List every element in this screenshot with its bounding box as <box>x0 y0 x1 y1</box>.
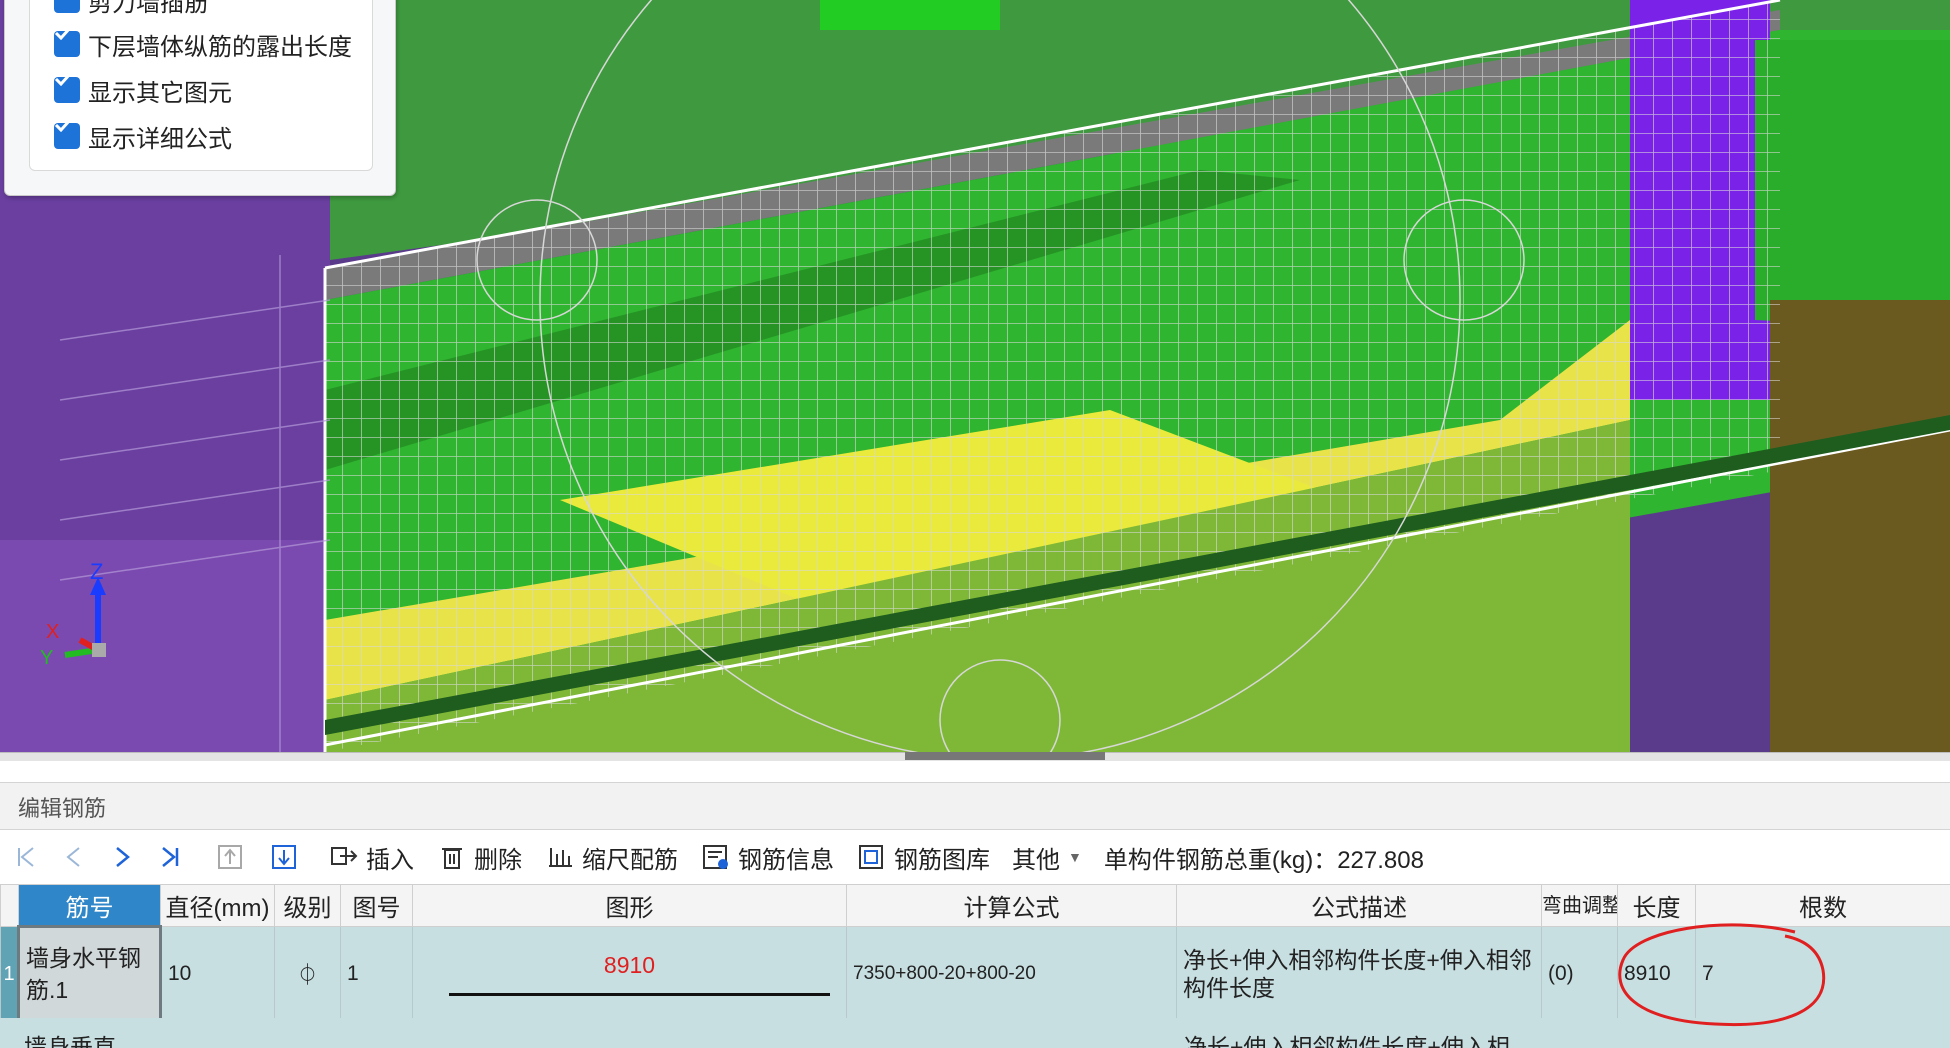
editor-header: 编辑钢筋 <box>0 782 1950 830</box>
arrow-up-icon <box>214 841 246 873</box>
axis-x-label: X <box>46 621 59 644</box>
option-wall-dowel[interactable]: 剪力墙插筋 <box>54 0 208 18</box>
checkbox-icon[interactable] <box>54 77 80 103</box>
header-formula[interactable]: 计算公式 <box>847 885 1177 927</box>
option-label: 显示其它图元 <box>88 73 232 108</box>
other-label: 其他 <box>1012 840 1060 875</box>
rebar-toolbar: 插入 删除 缩尺配筋 钢筋信息 钢筋图库 其他 ▼ 单构件钢筋总重(kg)：22… <box>0 830 1950 884</box>
axis-z-label: Z <box>90 559 103 585</box>
display-settings-box: 剪力墙插筋 下层墙体纵筋的露出长度 显示其它图元 显示详细公式 <box>29 0 373 171</box>
axis-indicator: Z X Y <box>40 565 120 675</box>
diameter-cell[interactable]: 10 <box>161 927 275 1022</box>
header-description[interactable]: 公式描述 <box>1177 885 1542 927</box>
checkbox-icon[interactable] <box>54 123 80 149</box>
shape-value: 8910 <box>419 952 840 979</box>
annotation-circle <box>1605 920 1835 1030</box>
checkbox-icon[interactable] <box>54 0 80 13</box>
shape-cell[interactable]: 8910 <box>413 927 847 1022</box>
delete-label: 删除 <box>474 840 522 875</box>
info-list-icon <box>700 841 732 873</box>
header-shape[interactable]: 图形 <box>413 885 847 927</box>
option-label: 下层墙体纵筋的露出长度 <box>88 27 352 62</box>
checkbox-icon[interactable] <box>54 31 80 57</box>
grade-symbol: ⏀ <box>297 964 318 987</box>
editor-title: 编辑钢筋 <box>18 791 106 823</box>
option-label: 剪力墙插筋 <box>88 0 208 18</box>
header-diameter[interactable]: 直径(mm) <box>161 885 275 927</box>
rebar-info-label: 钢筋信息 <box>738 840 834 875</box>
row-number[interactable]: 1 <box>1 927 19 1022</box>
grade-cell[interactable]: ⏀ <box>275 927 341 1022</box>
axis-y-label: Y <box>40 647 53 670</box>
move-down-button[interactable] <box>268 837 306 877</box>
3d-viewport[interactable]: Z X Y 剪力墙插筋 下层墙体纵筋的露出长度 显示其它图元 <box>0 0 1950 752</box>
formula-cell[interactable]: 7350+800-20+800-20 <box>847 927 1177 1022</box>
next-record-button[interactable] <box>106 837 144 877</box>
next-icon <box>106 841 138 873</box>
option-exposed-length[interactable]: 下层墙体纵筋的露出长度 <box>54 26 352 62</box>
header-fig-no[interactable]: 图号 <box>341 885 413 927</box>
total-weight-label: 单构件钢筋总重(kg)：227.808 <box>1104 840 1424 875</box>
splitter-handle[interactable] <box>905 752 1105 760</box>
move-up-button[interactable] <box>214 837 252 877</box>
chevron-down-icon: ▼ <box>1068 849 1082 865</box>
prev-record-button[interactable] <box>58 837 96 877</box>
scale-rebar-label: 缩尺配筋 <box>582 840 678 875</box>
header-grade[interactable]: 级别 <box>275 885 341 927</box>
library-icon <box>856 841 888 873</box>
insert-icon <box>328 841 360 873</box>
prev-icon <box>58 841 90 873</box>
next-row-description: 净长+伸入相邻构件长度+伸入相 <box>1184 1028 1510 1048</box>
description-cell[interactable]: 净长+伸入相邻构件长度+伸入相邻构件长度 <box>1177 927 1542 1022</box>
last-icon <box>154 841 186 873</box>
trash-icon <box>436 841 468 873</box>
total-weight-text: 单构件钢筋总重(kg)：227.808 <box>1104 837 1424 877</box>
option-show-detailed-formula[interactable]: 显示详细公式 <box>54 118 232 154</box>
insert-label: 插入 <box>366 840 414 875</box>
delete-button[interactable]: 删除 <box>436 837 522 877</box>
header-corner <box>1 885 19 927</box>
option-label: 显示详细公式 <box>88 119 232 154</box>
last-record-button[interactable] <box>154 837 192 877</box>
rebar-library-button[interactable]: 钢筋图库 <box>856 837 990 877</box>
first-icon <box>10 841 42 873</box>
display-settings-panel: 剪力墙插筋 下层墙体纵筋的露出长度 显示其它图元 显示详细公式 <box>4 0 396 196</box>
bar-name-cell[interactable]: 墙身水平钢筋.1 <box>19 927 161 1022</box>
header-bar-no[interactable]: 筋号 <box>19 885 161 927</box>
scale-rebar-button[interactable]: 缩尺配筋 <box>544 837 678 877</box>
rebar-info-button[interactable]: 钢筋信息 <box>700 837 834 877</box>
option-show-other-elements[interactable]: 显示其它图元 <box>54 72 232 108</box>
insert-button[interactable]: 插入 <box>328 837 414 877</box>
rebar-library-label: 钢筋图库 <box>894 840 990 875</box>
first-record-button[interactable] <box>10 837 48 877</box>
shape-line <box>449 993 830 996</box>
other-dropdown[interactable]: 其他 ▼ <box>1012 837 1082 877</box>
fig-no-cell[interactable]: 1 <box>341 927 413 1022</box>
ruler-icon <box>544 841 576 873</box>
arrow-down-icon <box>268 841 300 873</box>
next-row-name: 墙身垂直 <box>24 1028 116 1048</box>
